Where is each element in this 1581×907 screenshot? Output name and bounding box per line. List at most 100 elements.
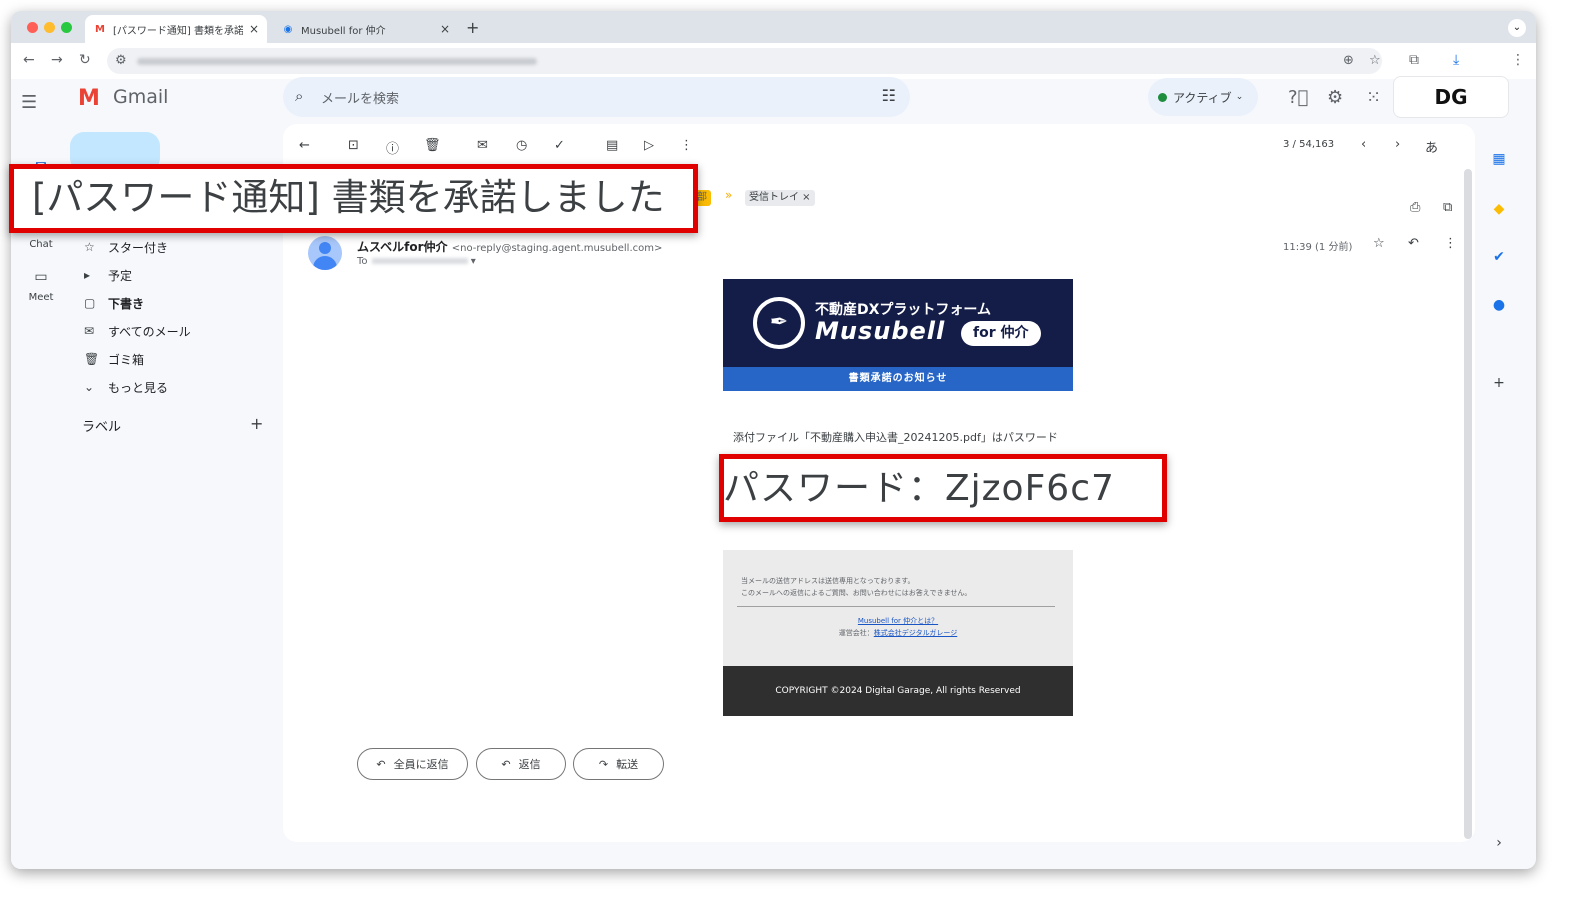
report-spam-icon[interactable]: ⓘ: [386, 138, 399, 157]
reply-icon: ↶: [501, 757, 511, 771]
status-selector[interactable]: アクティブ ⌄: [1148, 78, 1258, 116]
search-bar[interactable]: ⌕ メールを検索 ☷: [283, 77, 910, 117]
mark-unread-icon[interactable]: ✉: [477, 138, 488, 153]
forward-button[interactable]: ↷ 転送: [573, 748, 664, 780]
banner-subtitle: 不動産DXプラットフォーム: [815, 302, 991, 318]
gmail-logo-icon[interactable]: M: [78, 86, 100, 111]
chevron-down-icon: ⌄: [84, 380, 95, 394]
reload-icon[interactable]: ↻: [79, 52, 91, 68]
tab-title: [パスワード通知] 書類を承諾しま: [113, 25, 243, 37]
message-time: 11:39 (1 分前): [1283, 242, 1353, 253]
meet-icon[interactable]: ▭: [11, 269, 71, 285]
sidebar-item-label: もっと見る: [108, 380, 169, 395]
back-arrow-icon[interactable]: ←: [23, 52, 35, 68]
help-icon[interactable]: ?⃝: [1288, 87, 1308, 108]
rail-meet-label[interactable]: Meet: [11, 292, 71, 303]
side-panel-chevron-icon[interactable]: ›: [1488, 832, 1510, 854]
forward-arrow-icon[interactable]: →: [51, 52, 63, 68]
tab-musubell[interactable]: ◉ Musubell for 仲介 ×: [273, 15, 458, 43]
chevron-down-icon: ⌄: [1235, 92, 1244, 102]
close-tab-icon[interactable]: ×: [249, 22, 259, 36]
tasks-icon[interactable]: ✔: [1488, 246, 1510, 268]
print-icon[interactable]: ⎙: [1410, 200, 1420, 215]
sender-name[interactable]: ムスベルfor仲介: [357, 240, 448, 254]
scrollbar[interactable]: [1464, 169, 1472, 839]
banner-strip: 書類承諾のお知らせ: [723, 367, 1073, 391]
settings-gear-icon[interactable]: ⚙: [1327, 87, 1343, 108]
sidebar-item-trash[interactable]: 🗑 ゴミ箱: [84, 348, 144, 370]
sidebar-item-scheduled[interactable]: ▸ 予定: [84, 264, 132, 286]
more-options-icon[interactable]: ⋮: [1444, 236, 1457, 251]
minimize-window-button[interactable]: [44, 22, 55, 33]
search-icon[interactable]: ⌕: [295, 87, 303, 105]
search-options-icon[interactable]: ☷: [882, 86, 896, 105]
new-tab-button[interactable]: +: [466, 18, 479, 37]
banner-brand-name: Musubell: [815, 317, 946, 345]
apps-grid-icon[interactable]: ⁙: [1366, 87, 1381, 108]
status-label: アクティブ: [1173, 90, 1232, 105]
close-tab-icon[interactable]: ×: [440, 22, 450, 36]
email-footer: 当メールの送信アドレスは送信専用となっております。 このメールへの返信によるご質…: [723, 550, 1073, 666]
banner-for-badge: for 仲介: [961, 321, 1041, 346]
delete-icon[interactable]: 🗑: [424, 138, 441, 153]
sidebar-item-starred[interactable]: ☆ スター付き: [84, 236, 168, 258]
extensions-icon[interactable]: ⧉: [1409, 52, 1419, 68]
account-button[interactable]: DG: [1393, 76, 1509, 118]
move-to-icon[interactable]: ▤: [606, 138, 618, 153]
star-icon: ☆: [84, 240, 95, 254]
download-icon[interactable]: ⤓: [1453, 52, 1459, 68]
chevron-down-icon[interactable]: ▾: [471, 256, 476, 267]
footer-note: 当メールの送信アドレスは送信専用となっております。 このメールへの返信によるご質…: [741, 575, 971, 599]
search-input[interactable]: メールを検索: [321, 88, 399, 107]
input-tools-button[interactable]: あ: [1425, 137, 1438, 156]
footer-operator-row: 運営会社：株式会社デジタルガレージ: [723, 628, 1073, 638]
trash-icon: 🗑: [84, 352, 100, 366]
reply-all-button[interactable]: ↶ 全員に返信: [357, 748, 468, 780]
sidebar-item-drafts[interactable]: ▢ 下書き: [84, 292, 144, 314]
rail-chat-label[interactable]: Chat: [11, 239, 71, 250]
inbox-label-chip[interactable]: 受信トレイ ×: [745, 190, 815, 206]
add-task-icon[interactable]: ✓: [554, 138, 565, 153]
add-app-icon[interactable]: +: [1488, 372, 1510, 394]
copyright-bar: COPYRIGHT ©2024 Digital Garage, All righ…: [723, 666, 1073, 716]
close-window-button[interactable]: [27, 22, 38, 33]
snooze-icon[interactable]: ◷: [516, 138, 527, 153]
operator-link[interactable]: 株式会社デジタルガレージ: [874, 629, 958, 637]
about-musubell-link[interactable]: Musubell for 仲介とは？: [858, 617, 938, 625]
account-logo: DG: [1434, 85, 1468, 109]
recipient-line[interactable]: To ▾: [357, 256, 476, 267]
bookmark-star-icon[interactable]: ☆: [1369, 53, 1381, 68]
back-to-inbox-icon[interactable]: ←: [299, 138, 310, 153]
reply-button[interactable]: ↶ 返信: [476, 748, 566, 780]
more-options-icon[interactable]: ⋮: [680, 138, 693, 153]
add-label-button[interactable]: +: [250, 414, 263, 433]
importance-marker-icon[interactable]: »: [725, 188, 732, 202]
site-settings-icon[interactable]: ⚙: [115, 53, 127, 68]
label-icon[interactable]: ▷: [644, 138, 654, 153]
sidebar-item-label: ゴミ箱: [108, 352, 145, 367]
gmail-logo-text[interactable]: Gmail: [113, 86, 168, 108]
reply-label: 返信: [518, 758, 541, 771]
older-chevron-icon[interactable]: ›: [1395, 137, 1400, 152]
footer-about-row: Musubell for 仲介とは？: [723, 616, 1073, 626]
archive-icon[interactable]: ⊡: [348, 138, 359, 153]
calendar-icon[interactable]: ▦: [1488, 148, 1510, 170]
contacts-icon[interactable]: ●: [1488, 294, 1510, 316]
reply-icon[interactable]: ↶: [1408, 236, 1419, 251]
browser-menu-icon[interactable]: ⋮: [1511, 52, 1525, 68]
subject-callout: [パスワード通知] 書類を承諾しました: [9, 164, 698, 233]
main-menu-icon[interactable]: ☰: [21, 92, 37, 113]
sidebar-item-all-mail[interactable]: ✉ すべてのメール: [84, 320, 191, 342]
tab-bar: M [パスワード通知] 書類を承諾しま × ◉ Musubell for 仲介 …: [11, 11, 1536, 43]
tab-gmail[interactable]: M [パスワード通知] 書類を承諾しま ×: [85, 15, 267, 43]
star-icon[interactable]: ☆: [1373, 236, 1385, 251]
sidebar-item-more[interactable]: ⌄ もっと見る: [84, 376, 168, 398]
address-bar[interactable]: ⚙ ⊕ ☆: [107, 48, 1382, 74]
attachment-note: 添付ファイル「不動産購入申込書_20241205.pdf」はパスワード: [733, 431, 1058, 444]
keep-icon[interactable]: ◆: [1488, 198, 1510, 220]
zoom-window-button[interactable]: [61, 22, 72, 33]
open-in-new-window-icon[interactable]: ⧉: [1443, 200, 1452, 215]
zoom-icon[interactable]: ⊕: [1343, 53, 1354, 68]
newer-chevron-icon[interactable]: ‹: [1361, 137, 1366, 152]
tab-search-button[interactable]: ⌄: [1508, 19, 1526, 37]
